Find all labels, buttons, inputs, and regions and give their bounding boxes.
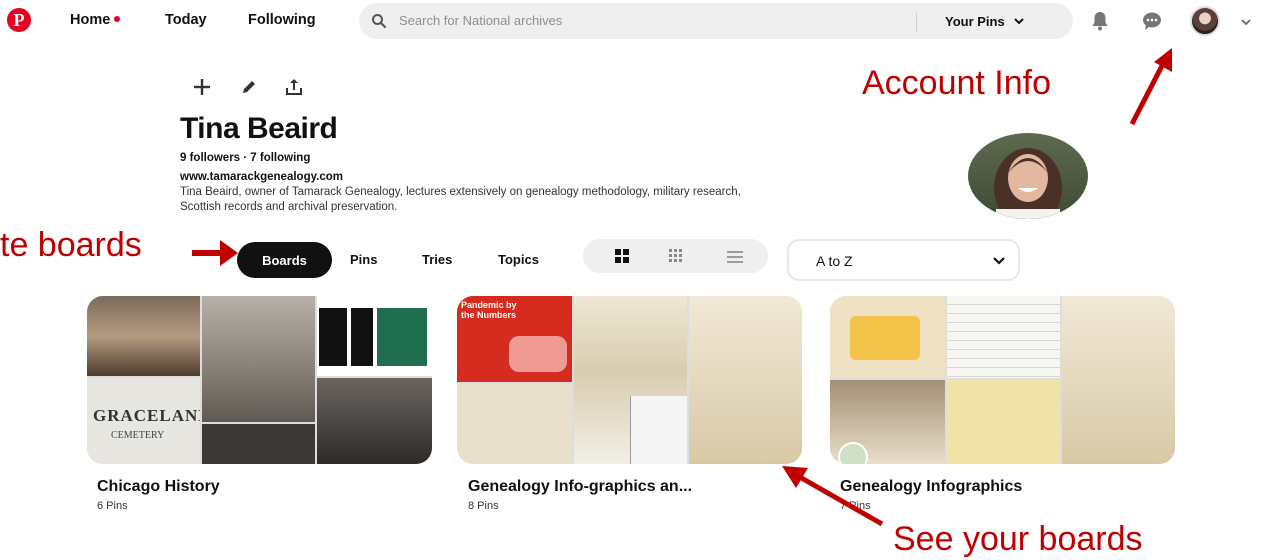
chevron-down-icon xyxy=(992,253,1006,271)
bell-icon[interactable] xyxy=(1088,9,1112,33)
board-title[interactable]: Chicago History xyxy=(97,478,220,496)
tab-boards[interactable]: Boards xyxy=(237,242,332,278)
svg-text:P: P xyxy=(14,10,25,30)
search-divider xyxy=(916,12,917,32)
notification-dot xyxy=(114,16,121,22)
board-title[interactable]: Genealogy Info-graphics an... xyxy=(468,478,692,496)
nav-today[interactable]: Today xyxy=(165,12,207,28)
cover-text: GRACELAND xyxy=(93,406,200,425)
board-cover-image xyxy=(202,424,315,464)
board-cover-image xyxy=(947,380,1060,464)
board-cover-image xyxy=(87,296,200,376)
profile-website[interactable]: www.tamarackgenealogy.com xyxy=(180,171,343,183)
account-avatar[interactable] xyxy=(1190,6,1220,36)
search-input[interactable]: Search for National archives xyxy=(399,13,562,28)
board-cover-image xyxy=(317,378,432,464)
board-card-genealogy-info-graphics[interactable]: Pandemic by the Numbers xyxy=(457,296,802,464)
collaborator-avatar xyxy=(838,442,868,464)
board-cover-image xyxy=(689,296,802,464)
board-card-chicago-history[interactable]: GRACELAND CEMETERY xyxy=(87,296,432,464)
board-cover-image xyxy=(202,296,315,422)
board-cover-image xyxy=(947,296,1060,378)
board-card-genealogy-infographics[interactable] xyxy=(830,296,1175,464)
board-cover-image xyxy=(1062,296,1175,464)
grid-large-icon[interactable] xyxy=(615,249,629,268)
board-pin-count: 8 Pins xyxy=(468,500,499,512)
profile-avatar xyxy=(968,133,1088,219)
annotation-arrow xyxy=(782,466,884,527)
profile-bio: Tina Beaird, owner of Tamarack Genealogy… xyxy=(180,186,741,213)
search-bar[interactable]: Search for National archives Your Pins xyxy=(359,3,1073,39)
annotation-account-info: Account Info xyxy=(862,64,1052,102)
tab-pins[interactable]: Pins xyxy=(350,252,377,267)
chevron-down-icon xyxy=(1014,18,1025,25)
sort-selected: A to Z xyxy=(816,253,853,269)
cover-text: Pandemic by the Numbers xyxy=(461,300,517,320)
tab-tries[interactable]: Tries xyxy=(422,252,452,267)
annotation-arrow xyxy=(1129,48,1172,126)
search-icon xyxy=(371,13,387,34)
your-pins-label: Your Pins xyxy=(945,14,1005,29)
follow-stats[interactable]: 9 followers · 7 following xyxy=(180,152,310,164)
nav-following[interactable]: Following xyxy=(248,12,316,28)
board-pin-count: 6 Pins xyxy=(97,500,128,512)
annotation-create-boards: te boards xyxy=(0,226,142,264)
chevron-down-icon[interactable] xyxy=(1240,14,1252,32)
graceland-cemetery-image: GRACELAND CEMETERY xyxy=(87,378,200,464)
chat-icon[interactable] xyxy=(1140,9,1164,33)
share-icon[interactable] xyxy=(283,76,305,98)
sort-dropdown[interactable]: A to Z xyxy=(787,239,1020,281)
your-pins-dropdown[interactable]: Your Pins xyxy=(945,14,1025,29)
nav-home[interactable]: Home xyxy=(70,12,121,28)
profile-name: Tina Beaird xyxy=(180,112,338,145)
pencil-icon[interactable] xyxy=(238,76,260,98)
annotation-see-boards: See your boards xyxy=(893,520,1143,558)
cover-subtext: CEMETERY xyxy=(111,430,165,441)
plus-icon[interactable] xyxy=(191,76,213,98)
board-cover-image xyxy=(457,384,572,464)
list-icon[interactable] xyxy=(727,250,743,268)
tab-topics[interactable]: Topics xyxy=(498,252,539,267)
pandemic-cover-image: Pandemic by the Numbers xyxy=(457,296,572,382)
annotation-arrow xyxy=(192,240,238,266)
board-cover-image xyxy=(574,296,687,464)
view-toggle-group xyxy=(583,239,768,273)
grid-small-icon[interactable] xyxy=(669,249,683,268)
nav-home-label: Home xyxy=(70,12,111,28)
board-cover-image xyxy=(830,296,945,378)
pinterest-logo-icon[interactable]: P xyxy=(7,8,31,32)
board-cover-image xyxy=(317,296,432,376)
